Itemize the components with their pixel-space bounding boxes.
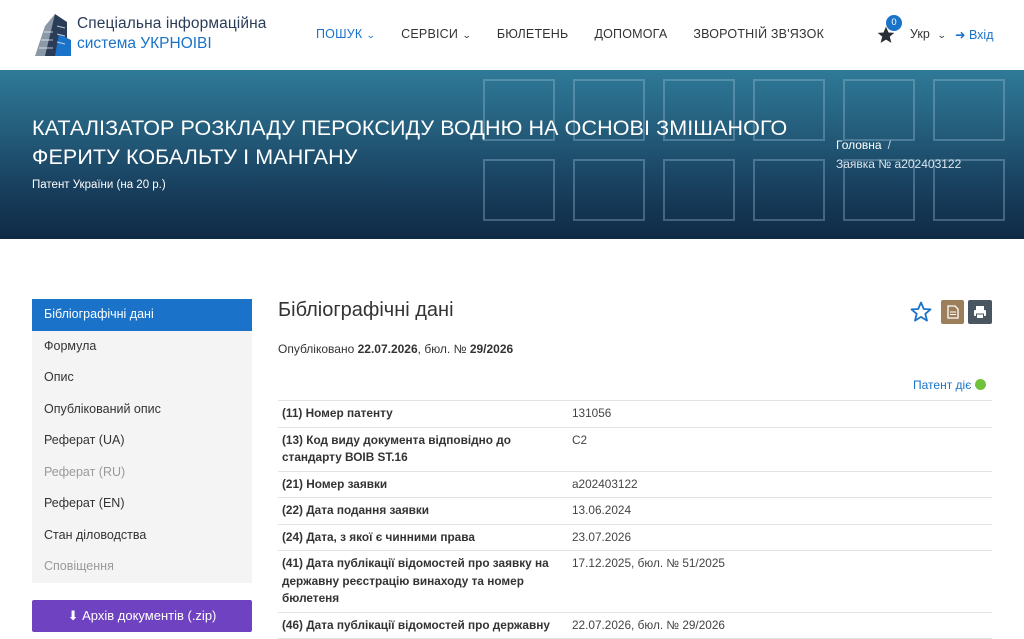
sidebar-item-notifications: Сповіщення [32, 551, 252, 583]
nav-item-search[interactable]: ПОШУК ⌄ [316, 27, 375, 41]
table-row: (41) Дата публікації відомостей про заяв… [278, 551, 992, 613]
nav-item-help[interactable]: ДОПОМОГА [594, 27, 667, 41]
nav-item-label: ЗВОРОТНІЙ ЗВ'ЯЗОК [693, 27, 824, 41]
bulletin-number: 29/2026 [470, 342, 513, 356]
table-row: (11) Номер патенту131056 [278, 401, 992, 428]
nav-item-label: ПОШУК [316, 27, 362, 41]
sidebar-item-formula[interactable]: Формула [32, 331, 252, 363]
field-label: (21) Номер заявки [278, 472, 566, 498]
printer-icon [968, 300, 992, 324]
download-icon: ⬇ [68, 608, 79, 623]
field-label: (41) Дата публікації відомостей про заяв… [278, 551, 566, 612]
table-row: (46) Дата публікації відомостей про держ… [278, 613, 992, 639]
page-hero: КАТАЛІЗАТОР РОЗКЛАДУ ПЕРОКСИДУ ВОДНЮ НА … [0, 70, 1024, 239]
breadcrumb-home[interactable]: Головна / [836, 138, 891, 152]
document-button[interactable] [941, 300, 964, 324]
sidebar-item-abstract-en[interactable]: Реферат (EN) [32, 488, 252, 520]
sidebar-item-abstract-ua[interactable]: Реферат (UA) [32, 425, 252, 457]
site-logo[interactable]: Спеціальна інформаційна система УКРНОІВІ [33, 10, 273, 58]
add-favorite-star-icon[interactable] [909, 300, 933, 324]
document-icon [941, 300, 964, 324]
download-archive-button[interactable]: ⬇ Архів документів (.zip) [32, 600, 252, 632]
field-value: 131056 [566, 401, 992, 427]
sidebar-item-proceedings-status[interactable]: Стан діловодства [32, 520, 252, 552]
field-value: 22.07.2026, бюл. № 29/2026 [566, 613, 992, 639]
print-button[interactable] [968, 300, 992, 324]
publication-date: 22.07.2026 [358, 342, 418, 356]
field-value: 17.12.2025, бюл. № 51/2025 [566, 551, 992, 612]
field-label: (11) Номер патенту [278, 401, 566, 427]
login-icon: ➜ [955, 28, 965, 42]
favorites-count-badge: 0 [886, 15, 902, 31]
chevron-down-icon: ⌄ [937, 30, 947, 41]
field-label: (24) Дата, з якої є чинними права [278, 525, 566, 551]
breadcrumb-home-label: Головна [836, 138, 882, 152]
nav-item-label: ДОПОМОГА [594, 27, 667, 41]
sidebar-item-published-description[interactable]: Опублікований опис [32, 394, 252, 426]
sidebar-item-bibliographic[interactable]: Бібліографічні дані [32, 299, 252, 331]
nav-item-label: СЕРВІСИ [401, 27, 458, 41]
section-sidebar: Бібліографічні дані Формула Опис Опублік… [32, 299, 252, 583]
bibliographic-table: (11) Номер патенту131056(13) Код виду до… [278, 400, 992, 639]
chevron-down-icon: ⌄ [462, 30, 472, 41]
logo-building-icon [33, 10, 73, 58]
field-value: C2 [566, 428, 992, 471]
nav-item-feedback[interactable]: ЗВОРОТНІЙ ЗВ'ЯЗОК [693, 27, 824, 41]
main-nav: ПОШУК ⌄ СЕРВІСИ ⌄ БЮЛЕТЕНЬ ДОПОМОГА ЗВОРОТ… [316, 27, 850, 41]
publication-info: Опубліковано 22.07.2026, бюл. № 29/2026 [278, 342, 513, 356]
login-label: Вхід [969, 28, 994, 42]
logo-title-line1: Спеціальна інформаційна [77, 15, 267, 33]
chevron-down-icon: ⌄ [366, 30, 376, 41]
publication-prefix: Опубліковано [278, 342, 354, 356]
field-label: (22) Дата подання заявки [278, 498, 566, 524]
page-title: КАТАЛІЗАТОР РОЗКЛАДУ ПЕРОКСИДУ ВОДНЮ НА … [32, 114, 832, 172]
page-subtitle: Патент України (на 20 р.) [32, 179, 166, 191]
table-row: (22) Дата подання заявки13.06.2024 [278, 498, 992, 525]
field-label: (46) Дата публікації відомостей про держ… [278, 613, 566, 639]
nav-item-label: БЮЛЕТЕНЬ [497, 27, 569, 41]
logo-title-line2: система УКРНОІВІ [77, 35, 212, 53]
sidebar-item-abstract-ru: Реферат (RU) [32, 457, 252, 489]
language-label: Укр [910, 27, 930, 41]
top-navbar: Спеціальна інформаційна система УКРНОІВІ… [0, 0, 1024, 70]
field-label: (13) Код виду документа відповідно до ст… [278, 428, 566, 471]
breadcrumb-separator: / [888, 138, 891, 152]
table-row: (13) Код виду документа відповідно до ст… [278, 428, 992, 472]
patent-status: Патент діє [913, 378, 986, 392]
login-link[interactable]: ➜ Вхід [955, 27, 994, 42]
status-indicator-dot [975, 379, 986, 390]
field-value: 23.07.2026 [566, 525, 992, 551]
table-row: (24) Дата, з якої є чинними права23.07.2… [278, 525, 992, 552]
nav-item-bulletin[interactable]: БЮЛЕТЕНЬ [497, 27, 569, 41]
nav-item-services[interactable]: СЕРВІСИ ⌄ [401, 27, 471, 41]
language-selector[interactable]: Укр ⌄ [910, 27, 946, 41]
field-value: 13.06.2024 [566, 498, 992, 524]
section-title: Бібліографічні дані [278, 299, 454, 322]
download-archive-label: Архів документів (.zip) [82, 608, 216, 623]
sidebar-item-description[interactable]: Опис [32, 362, 252, 394]
bulletin-prefix: , бюл. № [418, 342, 467, 356]
breadcrumb-current: Заявка № a202403122 [836, 157, 961, 171]
field-value: a202403122 [566, 472, 992, 498]
table-row: (21) Номер заявкиa202403122 [278, 472, 992, 499]
patent-status-label: Патент діє [913, 378, 971, 392]
